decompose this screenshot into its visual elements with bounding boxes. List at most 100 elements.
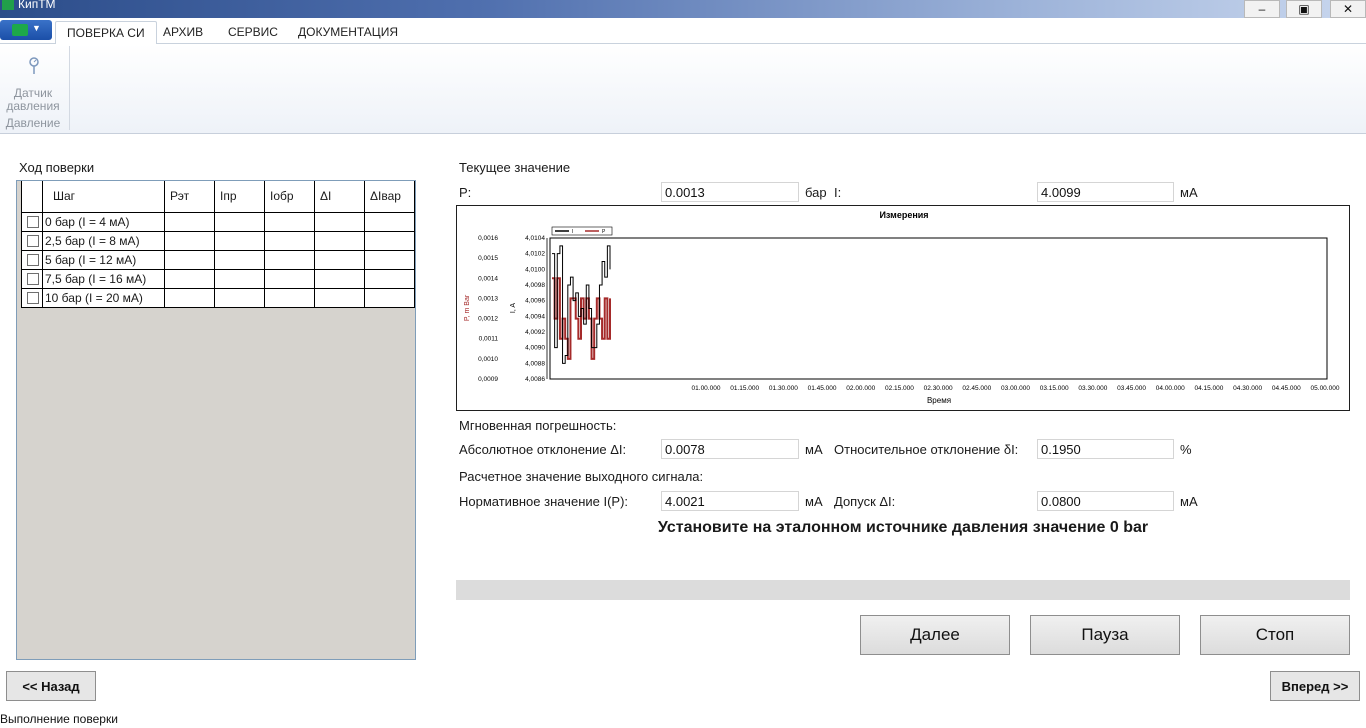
current-value-title: Текущее значение xyxy=(459,160,571,175)
chart-plot-area xyxy=(549,237,1328,380)
checkbox[interactable] xyxy=(27,292,39,305)
row-selector-header xyxy=(21,181,43,213)
relative-deviation-label: Относительное отклонение δI: xyxy=(834,442,1019,457)
x-tick-label: 03.15.000 xyxy=(1040,385,1069,392)
tab-verification[interactable]: ПОВЕРКА СИ xyxy=(55,21,157,45)
tolerance-label: Допуск ΔI: xyxy=(834,494,896,509)
table-row[interactable]: 7,5 бар (I = 16 мА) xyxy=(21,268,415,289)
chart-x-axis-label: Время xyxy=(927,396,951,405)
absolute-deviation-field[interactable]: 0.0078 xyxy=(661,439,799,459)
column-header-p-ref[interactable]: Рэт xyxy=(164,181,215,213)
tab-documentation[interactable]: ДОКУМЕНТАЦИЯ xyxy=(287,18,409,44)
table-row[interactable]: 2,5 бар (I = 8 мА) xyxy=(21,230,415,251)
table-cell xyxy=(314,268,365,289)
table-cell xyxy=(364,230,415,251)
table-row[interactable]: 5 бар (I = 12 мА) xyxy=(21,249,415,270)
progress-panel-title: Ход поверки xyxy=(19,160,95,175)
x-tick-label: 03.30.000 xyxy=(1078,385,1107,392)
x-tick-label: 03.00.000 xyxy=(1001,385,1030,392)
column-header-step[interactable]: Шаг xyxy=(42,181,165,213)
y-tick-label-pressure: 0,0010 xyxy=(478,356,498,363)
checkbox[interactable] xyxy=(27,254,39,267)
close-button[interactable]: ✕ xyxy=(1330,0,1366,18)
relative-deviation-field[interactable]: 0.1950 xyxy=(1037,439,1174,459)
table-header-row: Шаг Рэт Iпр Iобр ΔI ΔIвар xyxy=(21,181,415,213)
stop-button[interactable]: Стоп xyxy=(1200,615,1350,655)
pause-button[interactable]: Пауза xyxy=(1030,615,1180,655)
step-cell: 2,5 бар (I = 8 мА) xyxy=(42,230,165,251)
table-cell xyxy=(264,287,315,308)
checkbox[interactable] xyxy=(27,235,39,248)
table-cell xyxy=(314,230,365,251)
app-logo-icon xyxy=(2,0,14,10)
x-tick-label: 04.45.000 xyxy=(1272,385,1301,392)
table-cell xyxy=(214,268,265,289)
table-cell xyxy=(214,211,265,232)
table-row[interactable]: 0 бар (I = 4 мА) xyxy=(21,211,415,232)
steps-table: Шаг Рэт Iпр Iобр ΔI ΔIвар 0 бар (I = 4 м… xyxy=(21,181,415,308)
forward-button[interactable]: Вперед >> xyxy=(1270,671,1360,701)
y-tick-label-pressure: 0,0012 xyxy=(478,316,498,323)
y-tick-label-current: 4,0102 xyxy=(525,251,545,258)
application-menu-button[interactable]: ▼ xyxy=(0,20,52,40)
tolerance-unit: мА xyxy=(1180,494,1198,509)
legend-label-i: I xyxy=(572,229,573,235)
x-tick-label: 02.00.000 xyxy=(846,385,875,392)
pressure-unit: бар xyxy=(805,185,827,200)
checkbox[interactable] xyxy=(27,216,39,229)
restore-button[interactable]: ▣ xyxy=(1286,0,1322,18)
y-tick-label-current: 4,0096 xyxy=(525,298,545,305)
relative-deviation-unit: % xyxy=(1180,442,1192,457)
current-value-field[interactable]: 4.0099 xyxy=(1037,182,1174,202)
y-tick-label-current: 4,0086 xyxy=(525,376,545,383)
x-tick-label: 02.45.000 xyxy=(962,385,991,392)
pressure-value-field[interactable]: 0.0013 xyxy=(661,182,799,202)
step-cell: 10 бар (I = 20 мА) xyxy=(42,287,165,308)
column-header-i-rev[interactable]: Iобр xyxy=(264,181,315,213)
x-tick-label: 01.45.000 xyxy=(808,385,837,392)
row-checkbox[interactable] xyxy=(21,268,43,289)
x-tick-label: 01.15.000 xyxy=(730,385,759,392)
y-tick-label-current: 4,0098 xyxy=(525,282,545,289)
current-unit: мА xyxy=(1180,185,1198,200)
row-checkbox[interactable] xyxy=(21,211,43,232)
column-header-delta-i[interactable]: ΔI xyxy=(314,181,365,213)
verification-progress-bar xyxy=(456,580,1350,600)
column-header-i-fwd[interactable]: Iпр xyxy=(214,181,265,213)
x-tick-label: 03.45.000 xyxy=(1117,385,1146,392)
row-checkbox[interactable] xyxy=(21,287,43,308)
minimize-button[interactable]: – xyxy=(1244,0,1280,18)
tab-service[interactable]: СЕРВИС xyxy=(217,18,289,44)
normative-value-field[interactable]: 4.0021 xyxy=(661,491,799,511)
ribbon-tab-bar: ▼ ПОВЕРКА СИ АРХИВ СЕРВИС ДОКУМЕНТАЦИЯ xyxy=(0,18,1366,45)
calculated-value-title: Расчетное значение выходного сигнала: xyxy=(459,469,704,484)
current-label: I: xyxy=(834,185,842,200)
table-row[interactable]: 10 бар (I = 20 мА) xyxy=(21,287,415,308)
x-tick-label: 02.30.000 xyxy=(924,385,953,392)
pressure-sensor-icon xyxy=(25,56,43,76)
window-title: КипТМ xyxy=(18,0,56,11)
x-tick-label: 05.00.000 xyxy=(1311,385,1340,392)
table-cell xyxy=(314,211,365,232)
table-cell xyxy=(364,249,415,270)
back-button[interactable]: << Назад xyxy=(6,671,96,701)
row-checkbox[interactable] xyxy=(21,230,43,251)
y-tick-label-current: 4,0088 xyxy=(525,360,545,367)
tab-archive[interactable]: АРХИВ xyxy=(152,18,214,44)
table-cell xyxy=(164,211,215,232)
tolerance-field[interactable]: 0.0800 xyxy=(1037,491,1174,511)
next-button[interactable]: Далее xyxy=(860,615,1010,655)
normative-value-label: Нормативное значение I(P): xyxy=(459,494,629,509)
step-cell: 5 бар (I = 12 мА) xyxy=(42,249,165,270)
x-tick-label: 01.30.000 xyxy=(769,385,798,392)
table-cell xyxy=(364,211,415,232)
y-tick-label-current: 4,0094 xyxy=(525,313,545,320)
title-bar: КипТМ – ▣ ✕ xyxy=(0,0,1366,18)
checkbox[interactable] xyxy=(27,273,39,286)
row-checkbox[interactable] xyxy=(21,249,43,270)
x-tick-label: 04.15.000 xyxy=(1194,385,1223,392)
column-header-delta-i-var[interactable]: ΔIвар xyxy=(364,181,415,213)
pressure-sensor-button-label-2[interactable]: давления xyxy=(0,100,66,113)
table-cell xyxy=(164,287,215,308)
y-tick-label-pressure: 0,0013 xyxy=(478,295,498,302)
